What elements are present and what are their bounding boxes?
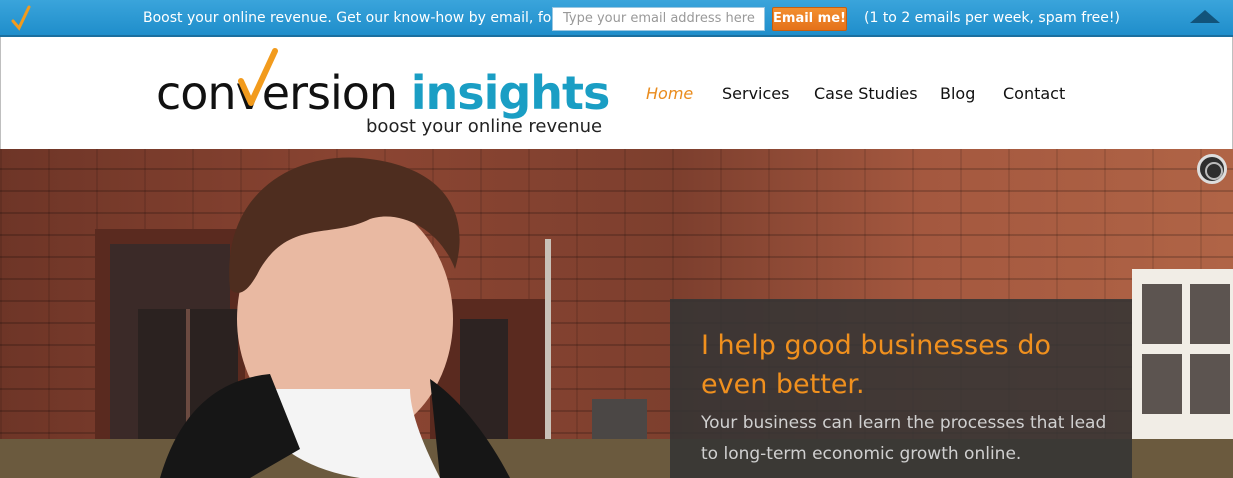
notification-bar: Boost your online revenue. Get our know-… bbox=[0, 0, 1233, 37]
collapse-arrow-icon[interactable] bbox=[1190, 10, 1220, 23]
email-input[interactable]: Type your email address here bbox=[552, 7, 765, 31]
hero-subtext: Your business can learn the processes th… bbox=[701, 413, 1107, 464]
logo-tagline: boost your online revenue bbox=[366, 116, 603, 137]
site-header: conversion insights boost your online re… bbox=[0, 37, 1233, 149]
hero-banner: I help good businesses do even better. Y… bbox=[0, 149, 1233, 478]
nav-item-case-studies[interactable]: Case Studies bbox=[814, 84, 918, 103]
slider-control-icon[interactable] bbox=[1197, 154, 1227, 184]
hero-headline: I help good businesses do even better. bbox=[701, 330, 1051, 400]
nav-item-blog[interactable]: Blog bbox=[940, 84, 975, 103]
hero-caption: I help good businesses do even better. Y… bbox=[670, 299, 1132, 478]
site-logo[interactable]: conversion insights boost your online re… bbox=[156, 47, 626, 147]
nav-item-home[interactable]: Home bbox=[646, 84, 693, 103]
nav-item-contact[interactable]: Contact bbox=[1003, 84, 1065, 103]
notification-note: (1 to 2 emails per week, spam free!) bbox=[864, 10, 1120, 26]
notification-message: Boost your online revenue. Get our know-… bbox=[143, 10, 594, 26]
logo-checkmark-icon bbox=[238, 48, 278, 106]
nav-item-services[interactable]: Services bbox=[722, 84, 789, 103]
email-me-button[interactable]: Email me! bbox=[772, 7, 847, 31]
logo-wordmark: conversion insights bbox=[156, 66, 611, 120]
logo-word-insights: insights bbox=[410, 66, 611, 120]
checkmark-icon bbox=[11, 5, 31, 31]
